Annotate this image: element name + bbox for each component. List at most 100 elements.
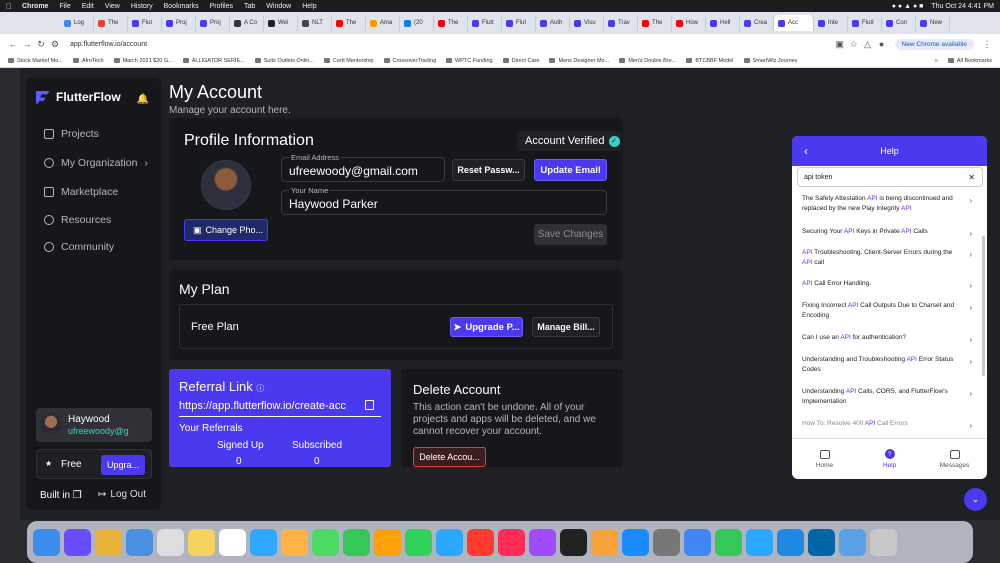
menu-view[interactable]: View [105,3,120,10]
dock-app-icon[interactable] [839,528,866,556]
more-bookmarks-icon[interactable]: » [935,58,938,64]
upgrade-plan-button[interactable]: ➤ Upgrade P... [450,317,523,337]
apple-icon[interactable]:  [6,2,12,11]
menu-help[interactable]: Help [302,3,316,10]
back-icon[interactable]: ← [6,39,20,49]
browser-tab[interactable]: A Co [230,15,264,31]
kebab-menu-icon[interactable]: ⋮ [980,39,994,50]
browser-tab[interactable]: The [94,15,128,31]
browser-tab[interactable]: Wel [264,15,298,31]
help-result-item[interactable]: The Safety Attestation API is being disc… [802,194,974,214]
help-result-item[interactable]: Understanding API Calls, CORS, and Flutt… [802,387,974,407]
manage-billing-button[interactable]: Manage Bill... [532,317,600,337]
menu-edit[interactable]: Edit [82,3,94,10]
bookmark-star-icon[interactable]: ☆ [847,39,861,50]
referral-link[interactable]: https://app.flutterflow.io/create-acc [179,400,363,412]
browser-tab[interactable]: Visu [570,15,604,31]
install-icon[interactable]: ▣ [833,39,847,50]
bookmark-item[interactable]: Mens Designer Mo... [549,58,609,64]
bookmark-item[interactable]: SmartWiz Journey [743,58,797,64]
browser-tab[interactable]: Acc [774,15,814,31]
dock-app-icon[interactable] [498,528,525,556]
dock-app-icon[interactable] [64,528,91,556]
browser-tab[interactable]: Proj [162,15,196,31]
dock-app-icon[interactable] [405,528,432,556]
dock-app-icon[interactable] [560,528,587,556]
bookmark-item[interactable]: Suits Outlets Onlin... [254,58,314,64]
dock-app-icon[interactable] [343,528,370,556]
change-photo-button[interactable]: ▣ Change Pho... [184,219,268,241]
dock-app-icon[interactable] [467,528,494,556]
dock-app-icon[interactable] [808,528,835,556]
dock-app-icon[interactable] [126,528,153,556]
bookmark-item[interactable]: Direct Care [502,58,539,64]
help-tab-messages[interactable]: Messages [922,439,987,479]
dock-app-icon[interactable] [870,528,897,556]
menu-app[interactable]: Chrome [22,3,48,10]
help-result-item[interactable]: Can I use an API for authentication? › [802,333,974,344]
browser-tab[interactable]: Log [60,15,94,31]
forward-icon[interactable]: → [20,39,34,49]
dock-app-icon[interactable] [281,528,308,556]
menu-file[interactable]: File [59,3,70,10]
dock-app-icon[interactable] [188,528,215,556]
sidebar-item-community[interactable]: Community [44,241,114,253]
bookmark-item[interactable]: Men's Double Bre... [619,58,676,64]
site-info-icon[interactable]: ⚙ [48,39,62,50]
dock-app-icon[interactable] [250,528,277,556]
browser-tab[interactable]: How [672,15,706,31]
browser-tab[interactable]: Con [882,15,916,31]
name-field[interactable]: Your Name Haywood Parker [281,186,607,215]
profile-icon[interactable]: ● [875,39,889,49]
bookmark-item[interactable]: WPTC Funding [446,58,493,64]
save-changes-button[interactable]: Save Changes [534,224,607,245]
user-card[interactable]: Haywood ufreewoody@g [36,408,152,442]
sidebar-item-marketplace[interactable]: Marketplace [44,186,118,198]
browser-tab[interactable]: Hell [706,15,740,31]
browser-tab[interactable]: Flut [502,15,536,31]
dock-app-icon[interactable] [622,528,649,556]
reload-icon[interactable]: ↻ [34,39,48,50]
browser-tab[interactable]: NLT [298,15,332,31]
dock-app-icon[interactable] [684,528,711,556]
bookmark-item[interactable]: All Bookmarks [947,58,992,64]
browser-tab[interactable]: (20 [400,15,434,31]
browser-tab[interactable]: Trav [604,15,638,31]
menu-profiles[interactable]: Profiles [210,3,233,10]
extensions-icon[interactable]: △ [861,39,875,50]
sidebar-item-organization[interactable]: My Organization › [44,157,148,169]
dock-app-icon[interactable] [436,528,463,556]
dock-app-icon[interactable] [312,528,339,556]
upgrade-button[interactable]: Upgra... [100,455,145,475]
help-result-item[interactable]: How To: Resolve 400 API Call Errors › [802,419,974,430]
browser-tab[interactable]: The [332,15,366,31]
bookmark-item[interactable]: CrossoverTrading [383,58,436,64]
brand[interactable]: FlutterFlow [36,90,121,104]
bell-icon[interactable]: 🔔 [137,94,149,105]
help-result-item[interactable]: API Troubleshooting, Client-Server Error… [802,248,974,268]
dock-app-icon[interactable] [374,528,401,556]
browser-tab[interactable]: Flutt [468,15,502,31]
help-result-item[interactable]: API Call Error Handling. › [802,279,974,290]
menu-tab[interactable]: Tab [244,3,255,10]
help-search-input[interactable]: api token ✕ [797,167,983,187]
browser-tab[interactable]: Inte [814,15,848,31]
bookmark-item[interactable]: AfroTech [72,58,104,64]
browser-tab[interactable]: New [916,15,950,31]
bookmark-item[interactable]: March 2021 $20 G... [113,58,173,64]
sidebar-item-projects[interactable]: Projects [44,128,99,140]
browser-tab[interactable]: The [638,15,672,31]
browser-tab[interactable]: Ama [366,15,400,31]
browser-tab[interactable]: The [434,15,468,31]
menu-history[interactable]: History [131,3,153,10]
url-field[interactable]: app.flutterflow.io/account [70,41,833,48]
help-result-item[interactable]: Understanding and Troubleshooting API Er… [802,355,974,375]
help-scrollbar[interactable] [982,236,985,376]
email-field[interactable]: Email Address ufreewoody@gmail.com [281,153,445,182]
dock-app-icon[interactable] [715,528,742,556]
dock-app-icon[interactable] [653,528,680,556]
help-result-item[interactable]: Fixing Incorrect API Call Outputs Due to… [802,301,974,321]
dock-app-icon[interactable] [591,528,618,556]
dock-app-icon[interactable] [529,528,556,556]
bookmark-item[interactable]: Cortt Mentorship [323,58,374,64]
